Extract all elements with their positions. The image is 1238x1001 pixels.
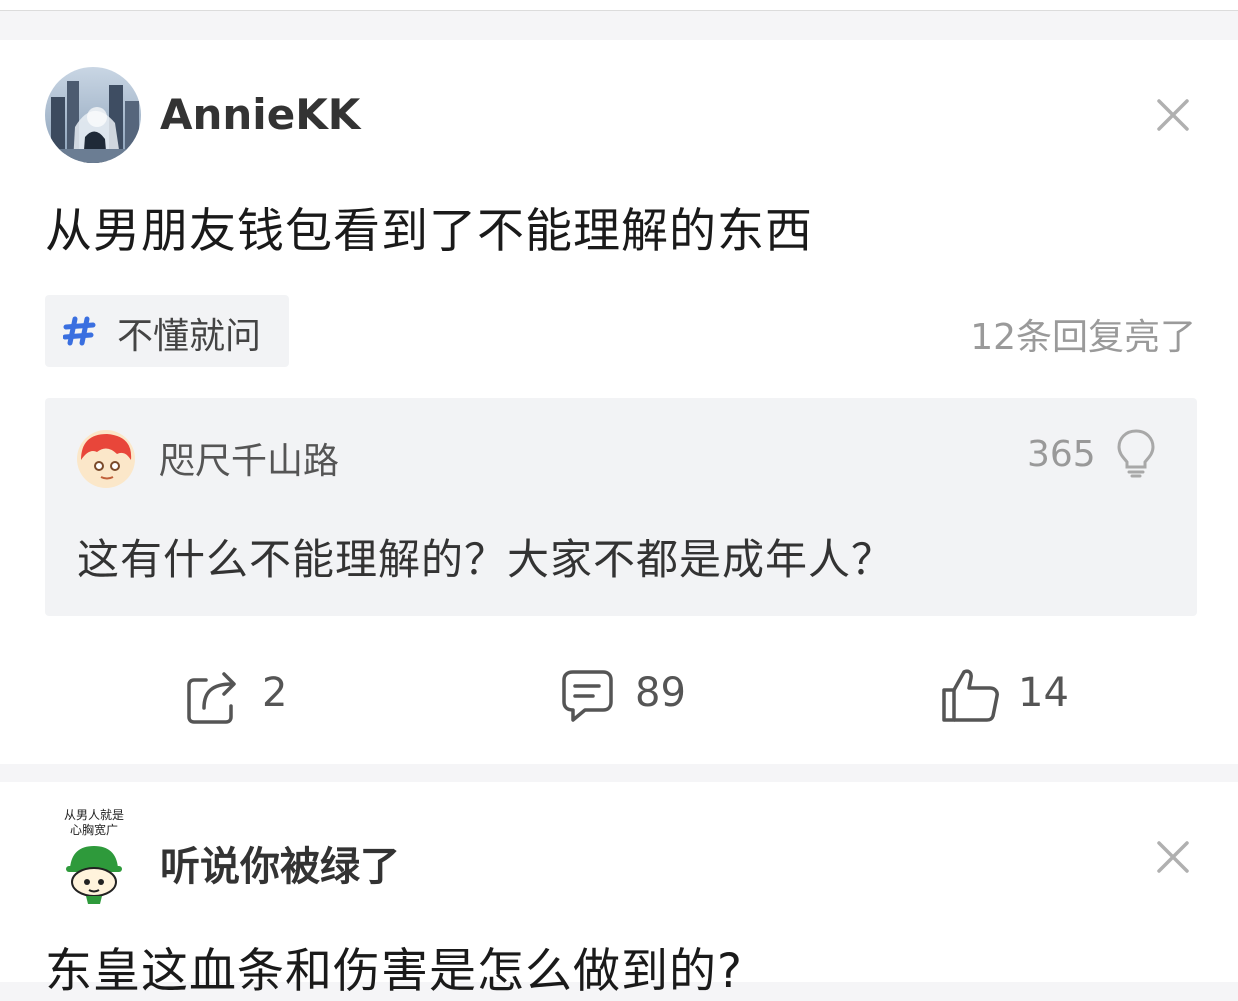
share-button[interactable]: 2	[186, 666, 296, 730]
post-card[interactable]: AnnieKK 从男朋友钱包看到了不能理解的东西 不懂就问 12条回复亮了 咫尺	[0, 40, 1238, 764]
lightbulb-icon[interactable]	[1115, 428, 1157, 482]
top-comment[interactable]: 咫尺千山路 365 这有什么不能理解的？大家不都是成年人？	[45, 398, 1197, 616]
author-name[interactable]: 听说你被绿了	[160, 834, 400, 892]
topic-hash-icon	[62, 315, 97, 351]
topic-tag[interactable]: 不懂就问	[45, 295, 289, 367]
close-icon[interactable]	[1155, 97, 1191, 133]
post-card-next[interactable]: 从男人就是 心胸宽广 听说你被绿了 东皇这血条和伤害是怎么做到的?	[0, 782, 1238, 999]
comment-count: 89	[635, 670, 686, 716]
post-title[interactable]: 从男朋友钱包看到了不能理解的东西	[45, 192, 813, 261]
share-icon	[187, 672, 236, 724]
avatar-caption-line1: 从男人就是	[63, 808, 124, 822]
thumbs-up-icon	[942, 669, 999, 722]
author-name[interactable]: AnnieKK	[160, 90, 360, 139]
comment-text: 这有什么不能理解的？大家不都是成年人？	[77, 535, 895, 584]
avatar-caption: 从男人就是 心胸宽广	[56, 808, 132, 838]
avatar-caption-line2: 心胸宽广	[69, 823, 118, 837]
commenter-avatar[interactable]	[77, 430, 135, 488]
author-avatar[interactable]: 从男人就是 心胸宽广	[56, 808, 132, 904]
close-icon[interactable]	[1155, 839, 1191, 875]
comment-button[interactable]: 89	[561, 666, 701, 730]
author-avatar[interactable]	[45, 67, 141, 163]
share-count: 2	[262, 670, 288, 716]
comment-like-count: 365	[1027, 434, 1096, 475]
commenter-name[interactable]: 咫尺千山路	[159, 432, 339, 484]
topic-label: 不懂就问	[117, 316, 262, 357]
like-button[interactable]: 14	[940, 666, 1070, 730]
top-bar	[0, 0, 1238, 11]
like-count: 14	[1018, 670, 1069, 716]
comment-icon	[562, 670, 613, 722]
reply-status: 12条回复亮了	[970, 317, 1196, 358]
post-title[interactable]: 东皇这血条和伤害是怎么做到的?	[45, 932, 743, 1001]
green-hat-icon	[66, 846, 122, 904]
